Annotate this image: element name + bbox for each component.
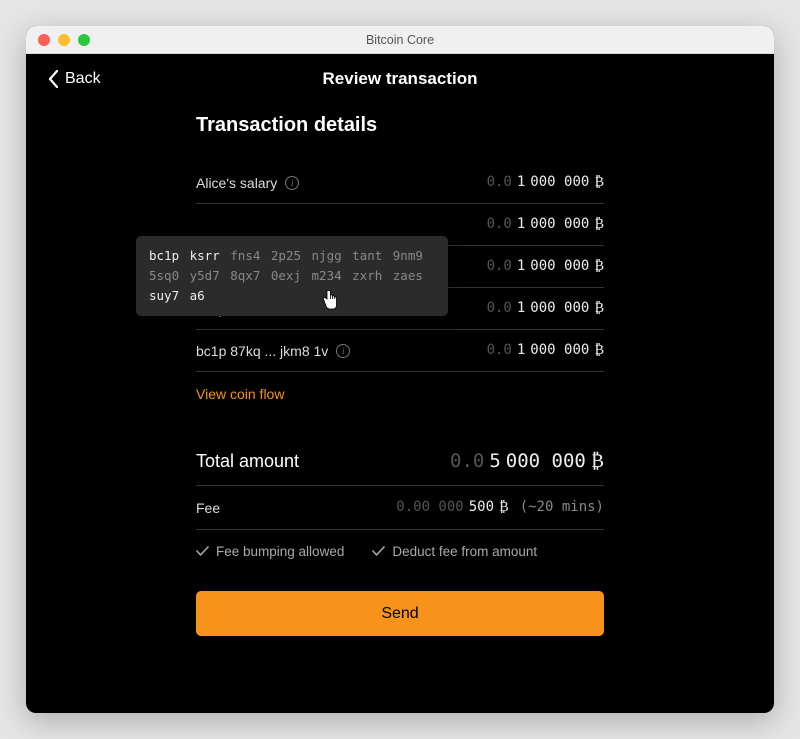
check-icon — [372, 546, 385, 557]
total-amount: 0.05 000 000 ₿ — [450, 450, 604, 473]
total-row: Total amount 0.05 000 000 ₿ — [196, 438, 604, 486]
fee-label: Fee — [196, 500, 220, 516]
info-icon[interactable]: i — [336, 344, 350, 358]
content: Transaction details Alice's salary i 0.0… — [26, 104, 774, 713]
recipient-amount: 0.01 000 000 ₿ — [487, 174, 604, 191]
recipient-row: Alice's salary i 0.01 000 000 ₿ — [196, 162, 604, 204]
fee-options: Fee bumping allowed Deduct fee from amou… — [196, 530, 604, 559]
recipient-amount: 0.01 000 000 ₿ — [487, 342, 604, 359]
recipient-label — [196, 217, 200, 233]
window-title: Bitcoin Core — [26, 33, 774, 47]
fee-row: Fee 0.00 000 500 ₿ (~20 mins) — [196, 486, 604, 530]
send-button[interactable]: Send — [196, 591, 604, 636]
section-title: Transaction details — [196, 114, 604, 137]
titlebar: Bitcoin Core — [26, 26, 774, 54]
window-controls — [38, 34, 90, 46]
check-icon — [196, 546, 209, 557]
back-label: Back — [65, 70, 101, 88]
minimize-icon[interactable] — [58, 34, 70, 46]
deduct-fee-check: Deduct fee from amount — [372, 544, 537, 559]
address-tooltip: bc1p ksrr fns4 2p25 njgg tant 9nm9 5sq0 … — [136, 236, 448, 316]
app-window: Bitcoin Core Back Review transaction Tra… — [26, 26, 774, 713]
info-icon[interactable]: i — [285, 176, 299, 190]
recipient-amount: 0.01 000 000 ₿ — [487, 258, 604, 275]
recipient-label: bc1p 87kq ... jkm8 1v — [196, 343, 328, 359]
recipient-amount: 0.01 000 000 ₿ — [487, 300, 604, 317]
fullscreen-icon[interactable] — [78, 34, 90, 46]
page-header: Back Review transaction — [26, 54, 774, 104]
recipient-label: Alice's salary — [196, 175, 277, 191]
fee-amount: 0.00 000 500 ₿ (~20 mins) — [396, 499, 604, 516]
recipient-amount: 0.01 000 000 ₿ — [487, 216, 604, 233]
total-label: Total amount — [196, 451, 299, 472]
close-icon[interactable] — [38, 34, 50, 46]
back-button[interactable]: Back — [48, 70, 101, 88]
fee-estimate: (~20 mins) — [520, 499, 604, 515]
recipient-row: bc1p 87kq ... jkm8 1v i 0.01 000 000 ₿ — [196, 330, 604, 372]
page-title: Review transaction — [323, 69, 478, 89]
chevron-left-icon — [48, 70, 59, 88]
view-coin-flow-link[interactable]: View coin flow — [196, 372, 604, 408]
fee-bumping-check: Fee bumping allowed — [196, 544, 344, 559]
